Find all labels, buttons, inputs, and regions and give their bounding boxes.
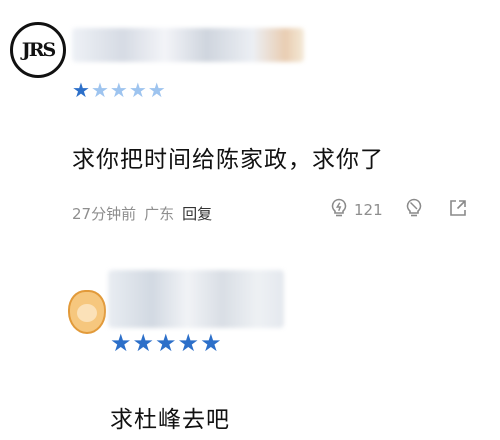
star-icon: ★ — [90, 78, 109, 102]
star-icon: ★ — [72, 78, 90, 102]
rating-stars: ★ ★ ★ ★ ★ — [110, 329, 222, 357]
comment-text: 求你把时间给陈家政，求你了 — [72, 147, 384, 173]
comment-actions: 121 — [330, 198, 467, 221]
star-icon: ★ — [110, 329, 132, 357]
lightbulb-like-icon[interactable] — [330, 198, 348, 221]
username-blurred[interactable] — [72, 28, 304, 62]
star-icon: ★ — [128, 78, 147, 102]
username-blurred[interactable] — [108, 270, 284, 328]
star-icon: ★ — [132, 329, 155, 357]
rating-stars: ★ ★ ★ ★ ★ — [72, 78, 166, 102]
tiger-avatar-icon[interactable] — [68, 290, 106, 334]
avatar-face — [77, 304, 97, 322]
comment-time: 27分钟前 — [72, 205, 137, 223]
comment-text: 求杜峰去吧 — [110, 407, 230, 433]
reply-button[interactable]: 回复 — [182, 203, 212, 224]
star-icon: ★ — [200, 329, 222, 357]
like-count: 121 — [354, 200, 383, 219]
lightbulb-dislike-icon[interactable] — [405, 198, 423, 221]
comment-location: 广东 — [144, 205, 175, 223]
star-icon: ★ — [155, 329, 177, 357]
star-icon: ★ — [109, 78, 128, 102]
avatar-logo-text: JRS — [21, 39, 56, 61]
star-icon: ★ — [147, 78, 166, 102]
comment-meta: 27分钟前 广东 回复 — [72, 203, 212, 224]
user-avatar[interactable]: JRS — [10, 22, 66, 78]
share-icon[interactable] — [449, 199, 467, 220]
star-icon: ★ — [177, 329, 200, 357]
